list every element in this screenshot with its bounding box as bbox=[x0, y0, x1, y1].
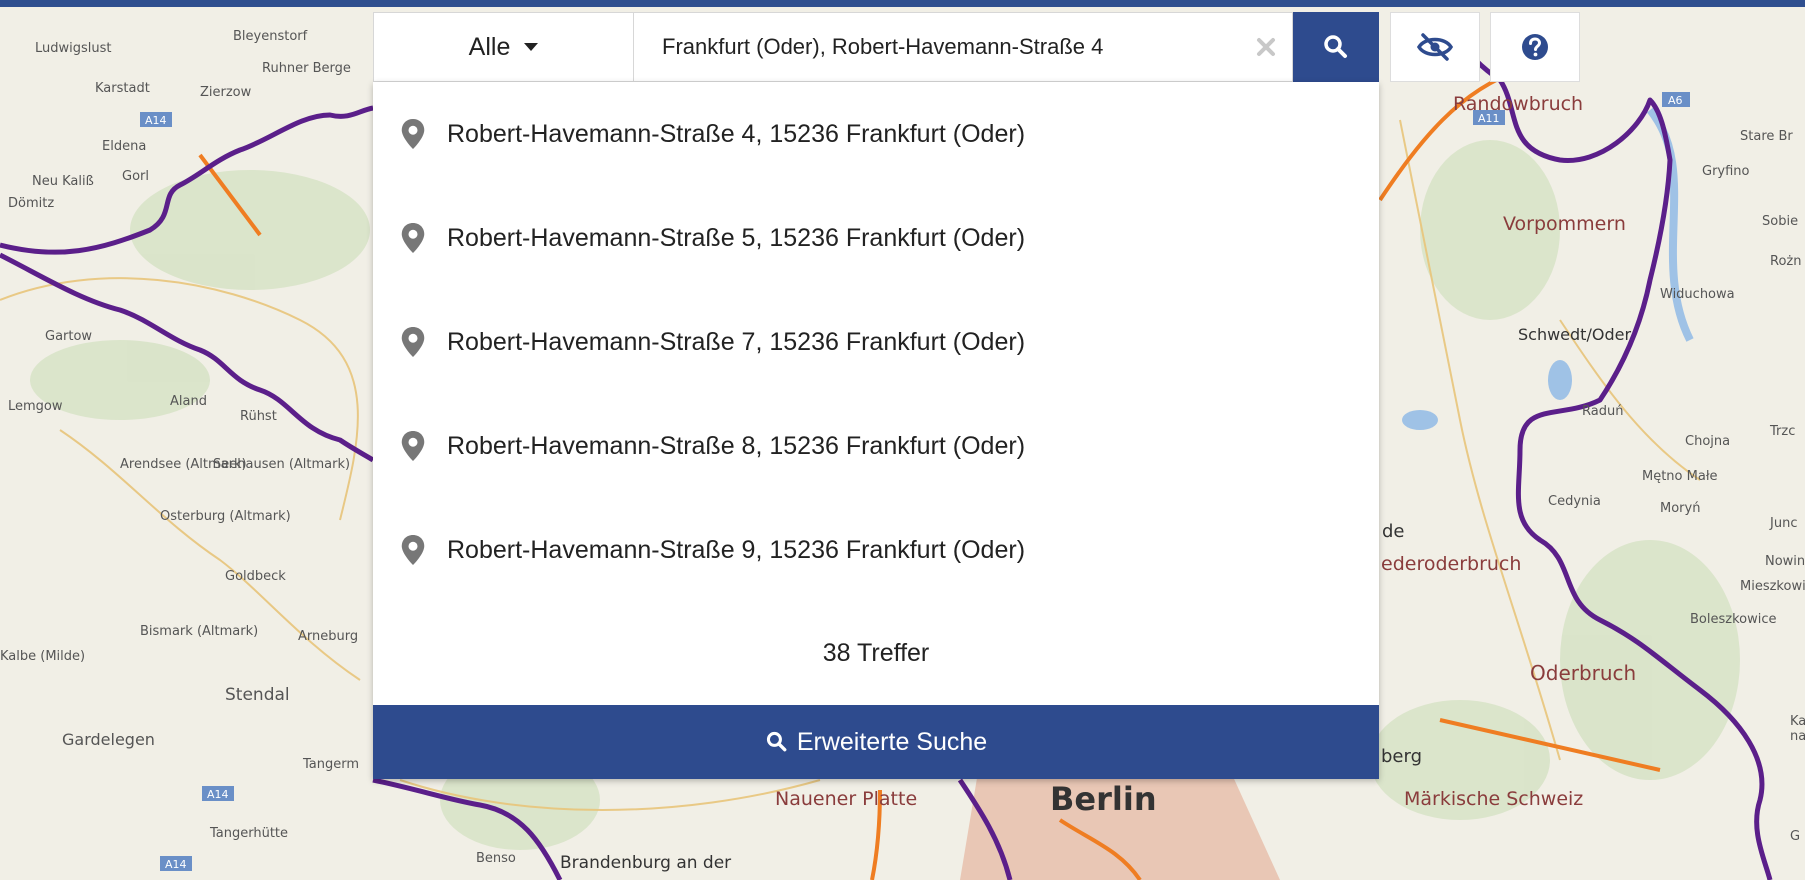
search-results-dropdown: Robert-Havemann-Straße 4, 15236 Frankfur… bbox=[373, 82, 1379, 779]
map-place-label: Cedynia bbox=[1548, 494, 1601, 509]
map-place-label: G bbox=[1790, 829, 1800, 844]
map-pin-icon bbox=[401, 535, 425, 565]
map-region-label: Vorpommern bbox=[1503, 213, 1626, 235]
clear-icon[interactable] bbox=[1254, 35, 1278, 59]
map-place-label: Sobie bbox=[1762, 214, 1798, 229]
search-category-dropdown[interactable]: Alle bbox=[373, 12, 634, 82]
map-place-label: Rożn bbox=[1770, 254, 1801, 269]
search-icon bbox=[766, 731, 787, 752]
eye-slash-icon bbox=[1416, 33, 1454, 61]
caret-down-icon bbox=[524, 43, 539, 51]
help-button[interactable] bbox=[1490, 12, 1580, 82]
map-place-label: Rühst bbox=[240, 409, 277, 424]
map-place-label: Neu Kaliß bbox=[32, 174, 94, 189]
map-place-label: Gryfino bbox=[1702, 164, 1750, 179]
search-button[interactable] bbox=[1293, 12, 1379, 82]
search-icon bbox=[1324, 35, 1347, 58]
search-result-label: Robert-Havemann-Straße 7, 15236 Frankfur… bbox=[447, 327, 1026, 356]
search-category-label: Alle bbox=[468, 32, 511, 61]
map-place-label: Mętno Małe bbox=[1642, 469, 1718, 484]
map-place-label: Gorl bbox=[122, 169, 149, 184]
map-region-label: ederoderbruch bbox=[1381, 553, 1521, 575]
map-place-label: Karstadt bbox=[95, 81, 150, 96]
map-region-label: Nauener Platte bbox=[775, 788, 917, 810]
map-place-label: Dömitz bbox=[8, 196, 54, 211]
map-place-label: Trzc bbox=[1769, 424, 1795, 439]
search-input[interactable] bbox=[634, 13, 1262, 81]
map-place-label: de bbox=[1382, 521, 1405, 542]
map-place-label: Tangerm bbox=[302, 757, 359, 772]
road-shield-label: A14 bbox=[207, 788, 229, 801]
question-circle-icon bbox=[1522, 34, 1548, 60]
map-place-label: Bismark (Altmark) bbox=[140, 624, 258, 639]
map-place-label: Stendal bbox=[225, 685, 290, 705]
map-place-label: berg bbox=[1381, 746, 1422, 767]
search-field bbox=[634, 12, 1293, 82]
map-place-label: Boleszkowice bbox=[1690, 612, 1777, 627]
map-pin-icon bbox=[401, 431, 425, 461]
map-city-label: Berlin bbox=[1050, 780, 1157, 818]
map-place-label: Gartow bbox=[45, 329, 92, 344]
map-place-label: Chojna bbox=[1685, 434, 1730, 449]
map-place-label: Stare Br bbox=[1740, 129, 1793, 144]
search-result-item[interactable]: Robert-Havemann-Straße 7, 15236 Frankfur… bbox=[373, 290, 1379, 394]
map-region-label: Randowbruch bbox=[1453, 93, 1583, 115]
map-region-label: Oderbruch bbox=[1530, 661, 1636, 685]
search-result-item[interactable]: Robert-Havemann-Straße 5, 15236 Frankfur… bbox=[373, 186, 1379, 290]
hits-count: 38 Treffer bbox=[822, 639, 930, 667]
map-place-label: Ruhner Berge bbox=[262, 61, 351, 76]
map-place-label: Osterburg (Altmark) bbox=[160, 509, 291, 524]
top-accent-bar bbox=[0, 0, 1805, 7]
map-place-label: na bbox=[1790, 729, 1805, 744]
search-result-item[interactable]: Robert-Havemann-Straße 8, 15236 Frankfur… bbox=[373, 394, 1379, 498]
road-shield-label: A11 bbox=[1478, 112, 1500, 125]
map-place-label: Seehausen (Altmark) bbox=[213, 457, 350, 472]
search-result-item[interactable]: Robert-Havemann-Straße 4, 15236 Frankfur… bbox=[373, 82, 1379, 186]
map-place-label: Gardelegen bbox=[62, 730, 155, 749]
map-place-label: Arneburg bbox=[298, 629, 358, 644]
map-place-label: Widuchowa bbox=[1660, 287, 1735, 302]
map-place-label: Brandenburg an der bbox=[560, 853, 731, 873]
map-place-label: Ka bbox=[1790, 714, 1805, 729]
map-place-label: Schwedt/Oder bbox=[1518, 325, 1631, 344]
map-pin-icon bbox=[401, 327, 425, 357]
map-place-label: Bleyenstorf bbox=[233, 29, 308, 44]
map-place-label: Moryń bbox=[1660, 501, 1700, 516]
map-region-label: Märkische Schweiz bbox=[1404, 788, 1583, 810]
search-bar: Alle bbox=[373, 12, 1379, 82]
search-result-label: Robert-Havemann-Straße 8, 15236 Frankfur… bbox=[447, 431, 1026, 460]
advanced-search-button[interactable]: Erweiterte Suche bbox=[373, 705, 1379, 779]
toggle-visibility-button[interactable] bbox=[1390, 12, 1480, 82]
map-place-label: Lemgow bbox=[8, 399, 63, 414]
advanced-search-label: Erweiterte Suche bbox=[796, 727, 988, 756]
map-pin-icon bbox=[401, 223, 425, 253]
map-place-label: Eldena bbox=[102, 139, 146, 154]
road-shield-label: A14 bbox=[165, 858, 187, 871]
road-shield-label: A6 bbox=[1668, 94, 1683, 107]
map-pin-icon bbox=[401, 119, 425, 149]
map-place-label: Goldbeck bbox=[225, 569, 286, 584]
map-place-label: Aland bbox=[170, 394, 207, 409]
map-place-label: Tangerhütte bbox=[209, 826, 288, 841]
search-result-item[interactable]: Robert-Havemann-Straße 9, 15236 Frankfur… bbox=[373, 498, 1379, 602]
search-result-label: Robert-Havemann-Straße 5, 15236 Frankfur… bbox=[447, 223, 1026, 252]
map-place-label: Raduń bbox=[1582, 404, 1623, 419]
map-place-label: Ludwigslust bbox=[35, 41, 112, 56]
map-place-label: Nowin bbox=[1765, 554, 1805, 569]
search-result-label: Robert-Havemann-Straße 9, 15236 Frankfur… bbox=[447, 535, 1026, 564]
map-place-label: Benso bbox=[476, 851, 516, 866]
map-place-label: Zierzow bbox=[200, 85, 252, 100]
map-place-label: Kalbe (Milde) bbox=[0, 649, 85, 664]
map-place-label: Junc bbox=[1769, 516, 1797, 531]
search-result-label: Robert-Havemann-Straße 4, 15236 Frankfur… bbox=[447, 119, 1026, 148]
map-place-label: Mieszkowic bbox=[1740, 579, 1805, 594]
road-shield-label: A14 bbox=[145, 114, 167, 127]
